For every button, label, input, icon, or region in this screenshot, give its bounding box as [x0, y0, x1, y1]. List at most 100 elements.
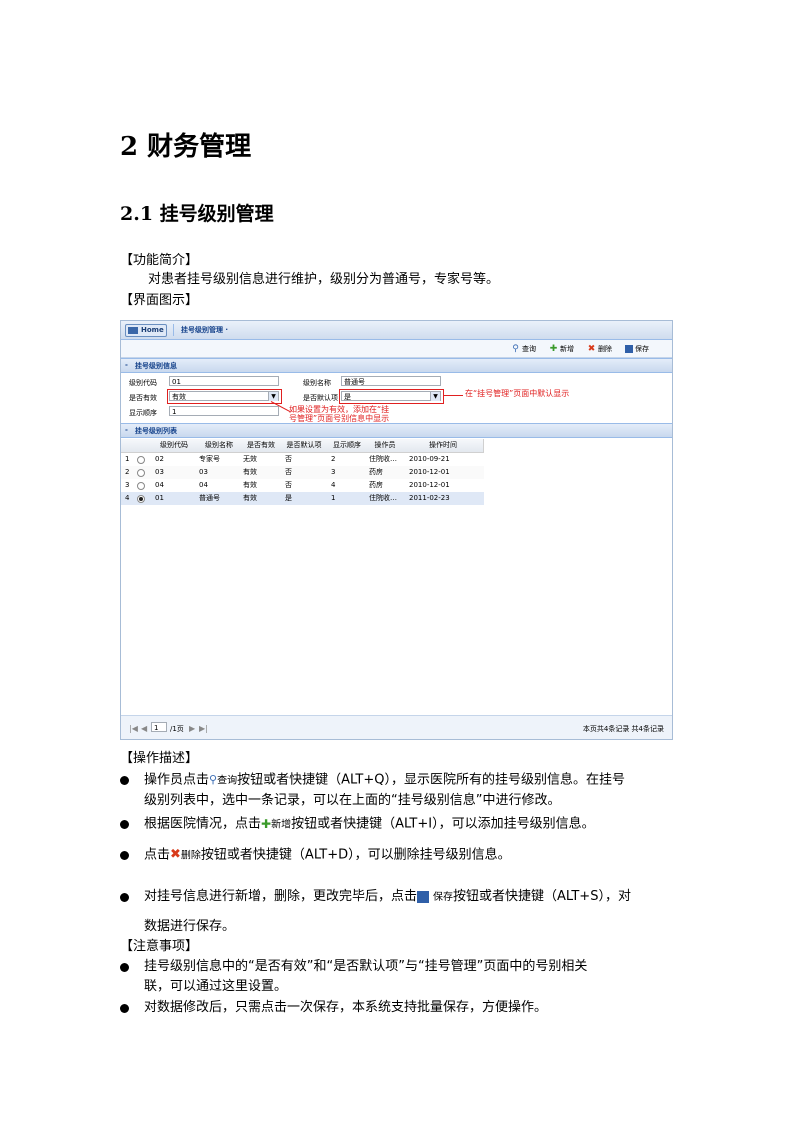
- delete-label: 删除: [598, 345, 612, 353]
- ops-heading: 【操作描述】: [120, 751, 199, 766]
- op-text: 按钮或者快捷键（ALT+I），可以添加挂号级别信息。: [291, 816, 595, 832]
- search-icon: ⚲: [209, 773, 218, 786]
- top-bar: Home 挂号级别管理 ·: [121, 321, 672, 340]
- table-cell-order[interactable]: 1: [331, 492, 335, 505]
- table-cell-code[interactable]: 04: [155, 479, 164, 492]
- annotation-left-2: 号管理”页面号别信息中显示: [289, 414, 390, 423]
- bullet: [120, 1004, 129, 1013]
- table-cell-default[interactable]: 否: [285, 466, 292, 479]
- collapse-icon[interactable]: -: [125, 361, 128, 369]
- name-label: 级别名称: [303, 379, 331, 387]
- name-field[interactable]: 普通号: [341, 376, 441, 386]
- op-button-label: 保存: [433, 892, 454, 903]
- table-cell-time[interactable]: 2011-02-23: [409, 492, 450, 505]
- query-button[interactable]: ⚲ 查询: [511, 344, 536, 354]
- page-input[interactable]: 1: [151, 722, 167, 732]
- bullet: [120, 893, 129, 902]
- table-cell-code[interactable]: 03: [155, 466, 164, 479]
- op-4-line2: 数据进行保存。: [144, 919, 236, 934]
- ui-screenshot: Home 挂号级别管理 · ⚲ 查询 ✚ 新增 ✖ 删除 保存 - 挂号级别信息 级别…: [120, 320, 673, 740]
- code-label: 级别代码: [129, 379, 157, 387]
- pager: |◀ ◀ 1 /1页 ▶ ▶| 本页共4条记录 共4条记录: [121, 715, 672, 739]
- op-text: 按钮或者快捷键（ALT+S），对: [453, 889, 631, 904]
- table-cell-name[interactable]: 03: [199, 466, 208, 479]
- col-default[interactable]: 是否默认项: [281, 439, 328, 453]
- form-panel-header[interactable]: - 挂号级别信息: [121, 358, 672, 373]
- row-radio[interactable]: [137, 495, 145, 508]
- bullet: [120, 820, 129, 829]
- table-cell-name[interactable]: 专家号: [199, 453, 220, 466]
- grid-header-blank: [121, 439, 152, 453]
- ui-heading: 【界面图示】: [120, 293, 199, 308]
- annotation-left-1: 如果设置为有效，添加在“挂: [289, 405, 390, 414]
- row-number: 2: [125, 468, 130, 476]
- plus-icon: ✚: [549, 343, 558, 354]
- prev-page-icon[interactable]: ◀: [141, 724, 147, 733]
- bullet: [120, 963, 129, 972]
- table-cell-time[interactable]: 2010-09-21: [409, 453, 450, 466]
- row-number: 1: [125, 455, 130, 463]
- op-text: 点击: [144, 847, 171, 863]
- row-number: 3: [125, 481, 130, 489]
- table-cell-op[interactable]: 住院收…: [369, 453, 397, 466]
- query-label: 查询: [522, 345, 536, 353]
- table-cell-valid[interactable]: 无效: [243, 453, 257, 466]
- divider: [173, 324, 174, 336]
- op-2: 根据医院情况，点击✚新增按钮或者快捷键（ALT+I），可以添加挂号级别信息。: [144, 815, 595, 835]
- table-cell-valid[interactable]: 有效: [243, 492, 257, 505]
- home-button[interactable]: Home: [125, 324, 167, 337]
- annotation-right: 在“挂号管理”页面中默认显示: [465, 389, 570, 398]
- table-cell-time[interactable]: 2010-12-01: [409, 479, 450, 492]
- table-cell-op[interactable]: 药房: [369, 466, 383, 479]
- page-count: /1页: [170, 725, 184, 733]
- col-time[interactable]: 操作时间: [403, 439, 484, 453]
- col-order[interactable]: 显示顺序: [327, 439, 368, 453]
- code-field[interactable]: 01: [169, 376, 279, 386]
- table-cell-time[interactable]: 2010-12-01: [409, 466, 450, 479]
- save-button[interactable]: 保存: [625, 344, 649, 354]
- col-code[interactable]: 级别代码: [151, 439, 198, 453]
- col-name[interactable]: 级别名称: [197, 439, 242, 453]
- table-cell-order[interactable]: 2: [331, 453, 335, 466]
- op-text: 按钮或者快捷键（ALT+Q），显示医院所有的挂号级别信息。在挂号: [237, 772, 625, 788]
- table-cell-op[interactable]: 住院收…: [369, 492, 397, 505]
- table-cell-code[interactable]: 01: [155, 492, 164, 505]
- table-cell-order[interactable]: 4: [331, 479, 335, 492]
- table-cell-code[interactable]: 02: [155, 453, 164, 466]
- order-field[interactable]: 1: [169, 406, 279, 416]
- first-page-icon[interactable]: |◀: [129, 724, 138, 733]
- annotation-box-valid: [167, 389, 282, 404]
- note-2: 对数据修改后，只需点击一次保存，本系统支持批量保存，方便操作。: [144, 1000, 548, 1015]
- add-label: 新增: [560, 345, 574, 353]
- next-page-icon[interactable]: ▶: [189, 724, 195, 733]
- last-page-icon[interactable]: ▶|: [199, 724, 208, 733]
- table-cell-default[interactable]: 否: [285, 453, 292, 466]
- col-operator[interactable]: 操作员: [367, 439, 404, 453]
- intro-text: 对患者挂号级别信息进行维护，级别分为普通号，专家号等。: [148, 272, 500, 287]
- search-icon: ⚲: [512, 343, 519, 354]
- op-button-label: 新增: [271, 819, 292, 831]
- table-cell-order[interactable]: 3: [331, 466, 335, 479]
- table-cell-default[interactable]: 是: [285, 492, 292, 505]
- op-1-line2: 级别列表中，选中一条记录，可以在上面的“挂号级别信息”中进行修改。: [144, 793, 561, 808]
- table-cell-name[interactable]: 普通号: [199, 492, 220, 505]
- table-cell-valid[interactable]: 有效: [243, 466, 257, 479]
- op-4-line1: 对挂号信息进行新增，删除，更改完毕后，点击 保存按钮或者快捷键（ALT+S），对: [144, 888, 631, 907]
- table-cell-valid[interactable]: 有效: [243, 479, 257, 492]
- table-cell-name[interactable]: 04: [199, 479, 208, 492]
- order-label: 显示顺序: [129, 409, 157, 417]
- save-label: 保存: [635, 345, 649, 353]
- table-cell-op[interactable]: 药房: [369, 479, 383, 492]
- intro-heading: 【功能简介】: [120, 253, 199, 268]
- plus-icon: ✚: [261, 817, 272, 831]
- record-summary: 本页共4条记录 共4条记录: [582, 725, 664, 733]
- annotation-line: [443, 395, 463, 396]
- list-panel-header[interactable]: - 挂号级别列表: [121, 423, 672, 438]
- table-cell-default[interactable]: 否: [285, 479, 292, 492]
- add-button[interactable]: ✚ 新增: [549, 344, 574, 354]
- notes-heading: 【注意事项】: [120, 939, 199, 954]
- delete-button[interactable]: ✖ 删除: [587, 344, 612, 354]
- op-1-line1: 操作员点击⚲查询按钮或者快捷键（ALT+Q），显示医院所有的挂号级别信息。在挂号: [144, 771, 625, 791]
- col-valid[interactable]: 是否有效: [241, 439, 282, 453]
- collapse-icon[interactable]: -: [125, 426, 128, 434]
